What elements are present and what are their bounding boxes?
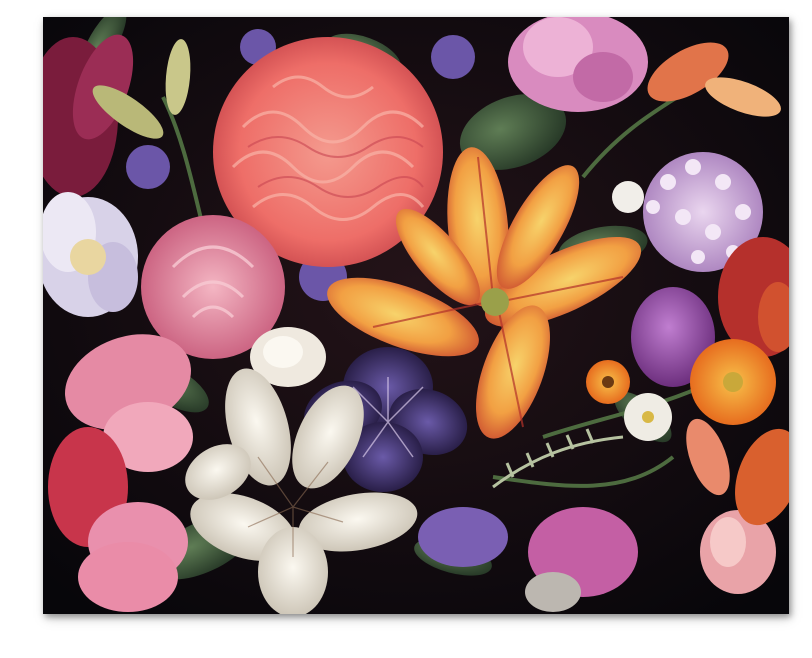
pink-flower-bottom-left — [78, 542, 178, 612]
product-image-stage — [0, 0, 812, 658]
small-white-flower — [612, 181, 644, 213]
floral-canvas-print — [43, 17, 789, 614]
flower-painting — [43, 17, 789, 614]
white-daisy — [624, 393, 672, 441]
